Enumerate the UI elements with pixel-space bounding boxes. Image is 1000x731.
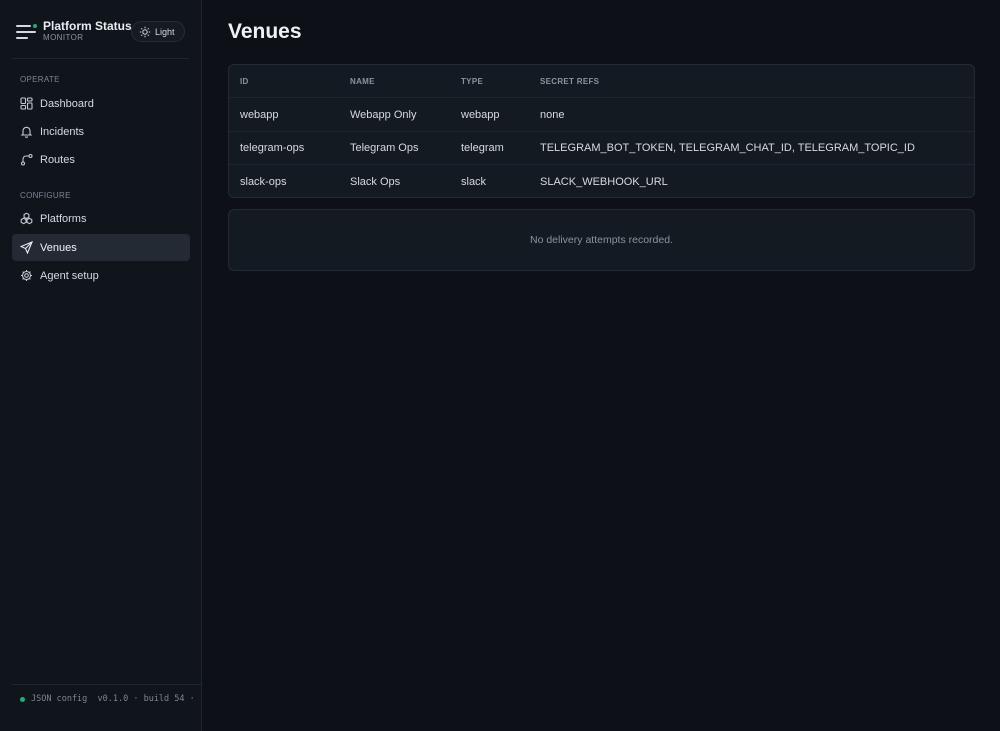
cell-id: telegram-ops bbox=[240, 142, 305, 154]
sidebar-divider bbox=[12, 58, 189, 59]
sidebar-item-label: Agent setup bbox=[40, 269, 99, 282]
gear-icon bbox=[21, 270, 32, 281]
section-label-operate: OPERATE bbox=[20, 75, 60, 84]
section-label-configure: CONFIGURE bbox=[20, 191, 71, 200]
table-row[interactable]: telegram-ops Telegram Ops telegram TELEG… bbox=[229, 131, 974, 164]
empty-state-message: No delivery attempts recorded. bbox=[530, 234, 673, 246]
theme-toggle-label: Light bbox=[155, 26, 175, 37]
page-title: Venues bbox=[228, 20, 302, 43]
send-icon bbox=[20, 241, 33, 254]
status-dot-icon bbox=[20, 696, 25, 702]
cell-secret-refs: SLACK_WEBHOOK_URL bbox=[540, 175, 668, 188]
delivery-attempts-panel: No delivery attempts recorded. bbox=[228, 209, 975, 271]
cell-type: webapp bbox=[461, 108, 500, 121]
column-header-type[interactable]: TYPE bbox=[461, 77, 483, 86]
sidebar-item-label: Venues bbox=[40, 241, 77, 254]
boxes-icon bbox=[20, 212, 33, 225]
app-subtitle: MONITOR bbox=[43, 33, 84, 42]
cell-id: slack-ops bbox=[240, 175, 287, 188]
app-title: Platform Status bbox=[43, 19, 132, 33]
cell-id: webapp bbox=[240, 108, 279, 121]
build-info: JSON config v0.1.0 · build 54 · bbox=[20, 694, 195, 704]
column-header-id[interactable]: ID bbox=[240, 77, 249, 86]
theme-toggle-button[interactable]: Light bbox=[131, 21, 185, 42]
cell-name: Webapp Only bbox=[350, 108, 417, 121]
column-header-name[interactable]: NAME bbox=[350, 77, 375, 86]
sidebar-item-label: Dashboard bbox=[40, 97, 94, 110]
sidebar-item-agent-setup[interactable]: Agent setup bbox=[12, 262, 190, 289]
cell-secret-refs: none bbox=[540, 108, 565, 121]
table-header-row: ID NAME TYPE SECRET REFS bbox=[229, 65, 974, 97]
main-content: Venues ID NAME TYPE SECRET REFS webapp W… bbox=[203, 0, 1000, 731]
sidebar-item-label: Platforms bbox=[40, 212, 87, 225]
cell-secret-refs: TELEGRAM_BOT_TOKEN, TELEGRAM_CHAT_ID, TE… bbox=[540, 142, 915, 154]
sidebar-item-label: Incidents bbox=[40, 125, 85, 138]
dashboard-icon bbox=[20, 97, 33, 110]
table-row[interactable]: slack-ops Slack Ops slack SLACK_WEBHOOK_… bbox=[229, 164, 974, 197]
cell-name: Telegram Ops bbox=[350, 142, 419, 154]
menu-logo-icon bbox=[16, 24, 37, 39]
column-header-secret-refs[interactable]: SECRET REFS bbox=[540, 77, 599, 86]
cell-type: telegram bbox=[461, 142, 504, 154]
bell-icon bbox=[20, 126, 33, 138]
sidebar-item-routes[interactable]: Routes bbox=[12, 146, 190, 173]
build-info-text: JSON config v0.1.0 · build 54 · bbox=[31, 694, 195, 704]
venues-table: ID NAME TYPE SECRET REFS webapp Webapp O… bbox=[228, 64, 975, 198]
sidebar-item-venues[interactable]: Venues bbox=[12, 234, 190, 261]
sidebar-item-incidents[interactable]: Incidents bbox=[12, 118, 190, 145]
sun-icon bbox=[139, 26, 151, 37]
sidebar: Platform Status MONITOR Light OPERATE Da… bbox=[0, 0, 202, 731]
sidebar-item-platforms[interactable]: Platforms bbox=[12, 205, 190, 232]
route-icon bbox=[20, 153, 33, 166]
sidebar-item-dashboard[interactable]: Dashboard bbox=[12, 90, 190, 117]
cell-name: Slack Ops bbox=[350, 175, 401, 188]
table-row[interactable]: webapp Webapp Only webapp none bbox=[229, 97, 974, 131]
sidebar-item-label: Routes bbox=[40, 153, 75, 166]
cell-type: slack bbox=[461, 175, 487, 188]
sidebar-footer-divider bbox=[12, 684, 201, 685]
